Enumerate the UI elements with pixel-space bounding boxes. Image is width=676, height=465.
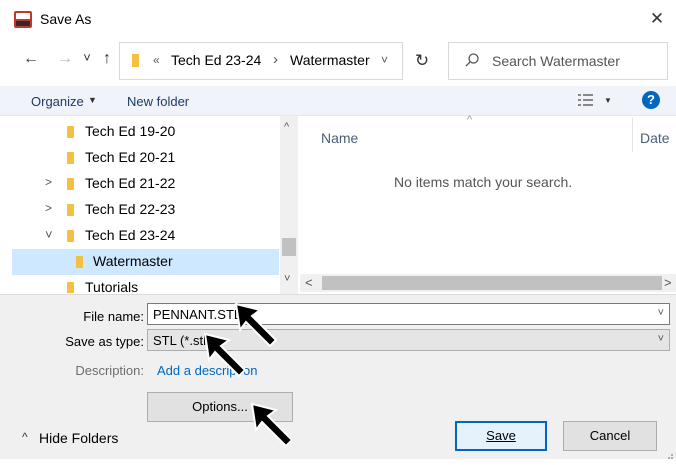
chevron-right-icon[interactable]: > bbox=[45, 201, 52, 215]
breadcrumb-overflow[interactable]: « bbox=[153, 53, 160, 67]
save-button-label: Save bbox=[486, 428, 516, 443]
tree-item-label: Tutorials bbox=[85, 279, 139, 293]
file-name-value: PENNANT.STL bbox=[153, 307, 242, 322]
tree-item-label: Tech Ed 20-21 bbox=[85, 149, 176, 165]
save-type-label: Save as type: bbox=[65, 334, 144, 349]
organize-button[interactable]: Organize bbox=[31, 94, 84, 109]
help-icon[interactable]: ? bbox=[642, 91, 660, 109]
chevron-up-icon: ^ bbox=[22, 430, 28, 444]
chevron-down-icon[interactable]: ˅ bbox=[658, 333, 664, 345]
app-icon bbox=[14, 11, 32, 28]
tree-item-label: Tech Ed 21-22 bbox=[85, 175, 176, 191]
breadcrumb-item[interactable]: Tech Ed 23-24 bbox=[171, 52, 261, 68]
folder-icon bbox=[67, 204, 74, 216]
folder-icon bbox=[67, 126, 74, 138]
scroll-down-icon[interactable]: ˅ bbox=[284, 273, 290, 285]
content-scrollbar[interactable]: < > bbox=[300, 274, 676, 292]
command-bar bbox=[0, 86, 676, 116]
hide-folders-toggle[interactable]: ^ Hide Folders bbox=[22, 430, 142, 450]
search-icon bbox=[464, 52, 480, 68]
file-name-input[interactable]: PENNANT.STL ˅ bbox=[147, 303, 670, 325]
scroll-left-icon[interactable]: < bbox=[305, 275, 313, 290]
description-label: Description: bbox=[75, 363, 144, 378]
address-dropdown-icon[interactable]: ˅ bbox=[381, 53, 388, 67]
cancel-button[interactable]: Cancel bbox=[563, 421, 657, 451]
scroll-right-icon[interactable]: > bbox=[664, 275, 672, 290]
tree-item-tech-ed-22-23[interactable]: > Tech Ed 22-23 bbox=[0, 197, 280, 223]
tree-item-label: Watermaster bbox=[93, 253, 173, 269]
view-options-icon[interactable] bbox=[578, 93, 594, 107]
refresh-icon[interactable]: ↻ bbox=[404, 42, 440, 80]
scroll-up-icon[interactable]: ^ bbox=[284, 121, 289, 133]
folder-icon bbox=[67, 178, 74, 190]
file-name-label: File name: bbox=[83, 309, 144, 324]
scroll-thumb[interactable] bbox=[282, 238, 296, 256]
annotation-arrow-icon bbox=[203, 332, 247, 378]
folder-icon bbox=[67, 282, 74, 293]
resize-grip-icon[interactable] bbox=[664, 447, 674, 459]
tree-item-watermaster[interactable]: Watermaster bbox=[12, 249, 279, 275]
tree-clip: Tutorials bbox=[0, 275, 280, 293]
folder-icon bbox=[76, 256, 83, 268]
breadcrumb-separator[interactable]: › bbox=[273, 51, 278, 68]
window-title: Save As bbox=[40, 11, 92, 27]
chevron-right-icon[interactable]: > bbox=[45, 175, 52, 189]
back-icon[interactable]: ← bbox=[20, 50, 42, 68]
tree-item-tech-ed-23-24[interactable]: ˅ Tech Ed 23-24 bbox=[0, 223, 280, 249]
view-dropdown-icon[interactable]: ▼ bbox=[604, 96, 612, 105]
empty-message: No items match your search. bbox=[394, 174, 573, 190]
tree-scrollbar[interactable]: ^ ˅ bbox=[280, 116, 298, 294]
forward-icon[interactable]: → bbox=[54, 50, 76, 68]
search-input[interactable]: Search Watermaster bbox=[492, 53, 620, 69]
search-box[interactable]: Search Watermaster bbox=[448, 42, 668, 80]
annotation-arrow-icon bbox=[250, 402, 294, 448]
chevron-down-icon[interactable]: ˅ bbox=[45, 227, 53, 242]
hide-folders-label: Hide Folders bbox=[39, 430, 119, 446]
column-divider[interactable] bbox=[632, 118, 633, 152]
column-header-date[interactable]: Date bbox=[640, 130, 670, 146]
tree-item-tech-ed-20-21[interactable]: Tech Ed 20-21 bbox=[0, 145, 280, 171]
folder-icon bbox=[67, 152, 74, 164]
up-icon[interactable]: ↑ bbox=[98, 50, 116, 68]
address-bar[interactable]: « Tech Ed 23-24 › Watermaster ˅ bbox=[119, 42, 403, 80]
folder-icon bbox=[67, 230, 74, 242]
save-button[interactable]: Save bbox=[455, 421, 547, 451]
organize-dropdown-icon[interactable]: ▼ bbox=[88, 95, 97, 105]
new-folder-button[interactable]: New folder bbox=[127, 94, 189, 109]
tree-item-label: Tech Ed 19-20 bbox=[85, 123, 176, 139]
tree-item-tech-ed-19-20[interactable]: Tech Ed 19-20 bbox=[0, 119, 280, 145]
close-icon[interactable]: ✕ bbox=[646, 8, 668, 30]
chevron-down-icon[interactable]: ˅ bbox=[658, 307, 664, 319]
tree-item-label: Tech Ed 22-23 bbox=[85, 201, 176, 217]
tree-item-label: Tech Ed 23-24 bbox=[85, 227, 176, 243]
tree-item-tech-ed-21-22[interactable]: > Tech Ed 21-22 bbox=[0, 171, 280, 197]
save-type-value: STL (*.stl) bbox=[153, 333, 211, 348]
scroll-thumb[interactable] bbox=[322, 276, 662, 290]
tree-item-tutorials[interactable]: Tutorials bbox=[0, 275, 280, 293]
breadcrumb-item[interactable]: Watermaster bbox=[290, 52, 370, 68]
folder-icon bbox=[132, 54, 139, 67]
recent-locations-chevron-icon[interactable]: ˅ bbox=[80, 50, 94, 65]
column-header-name[interactable]: Name bbox=[321, 130, 358, 146]
sort-indicator-icon: ^ bbox=[467, 114, 473, 126]
